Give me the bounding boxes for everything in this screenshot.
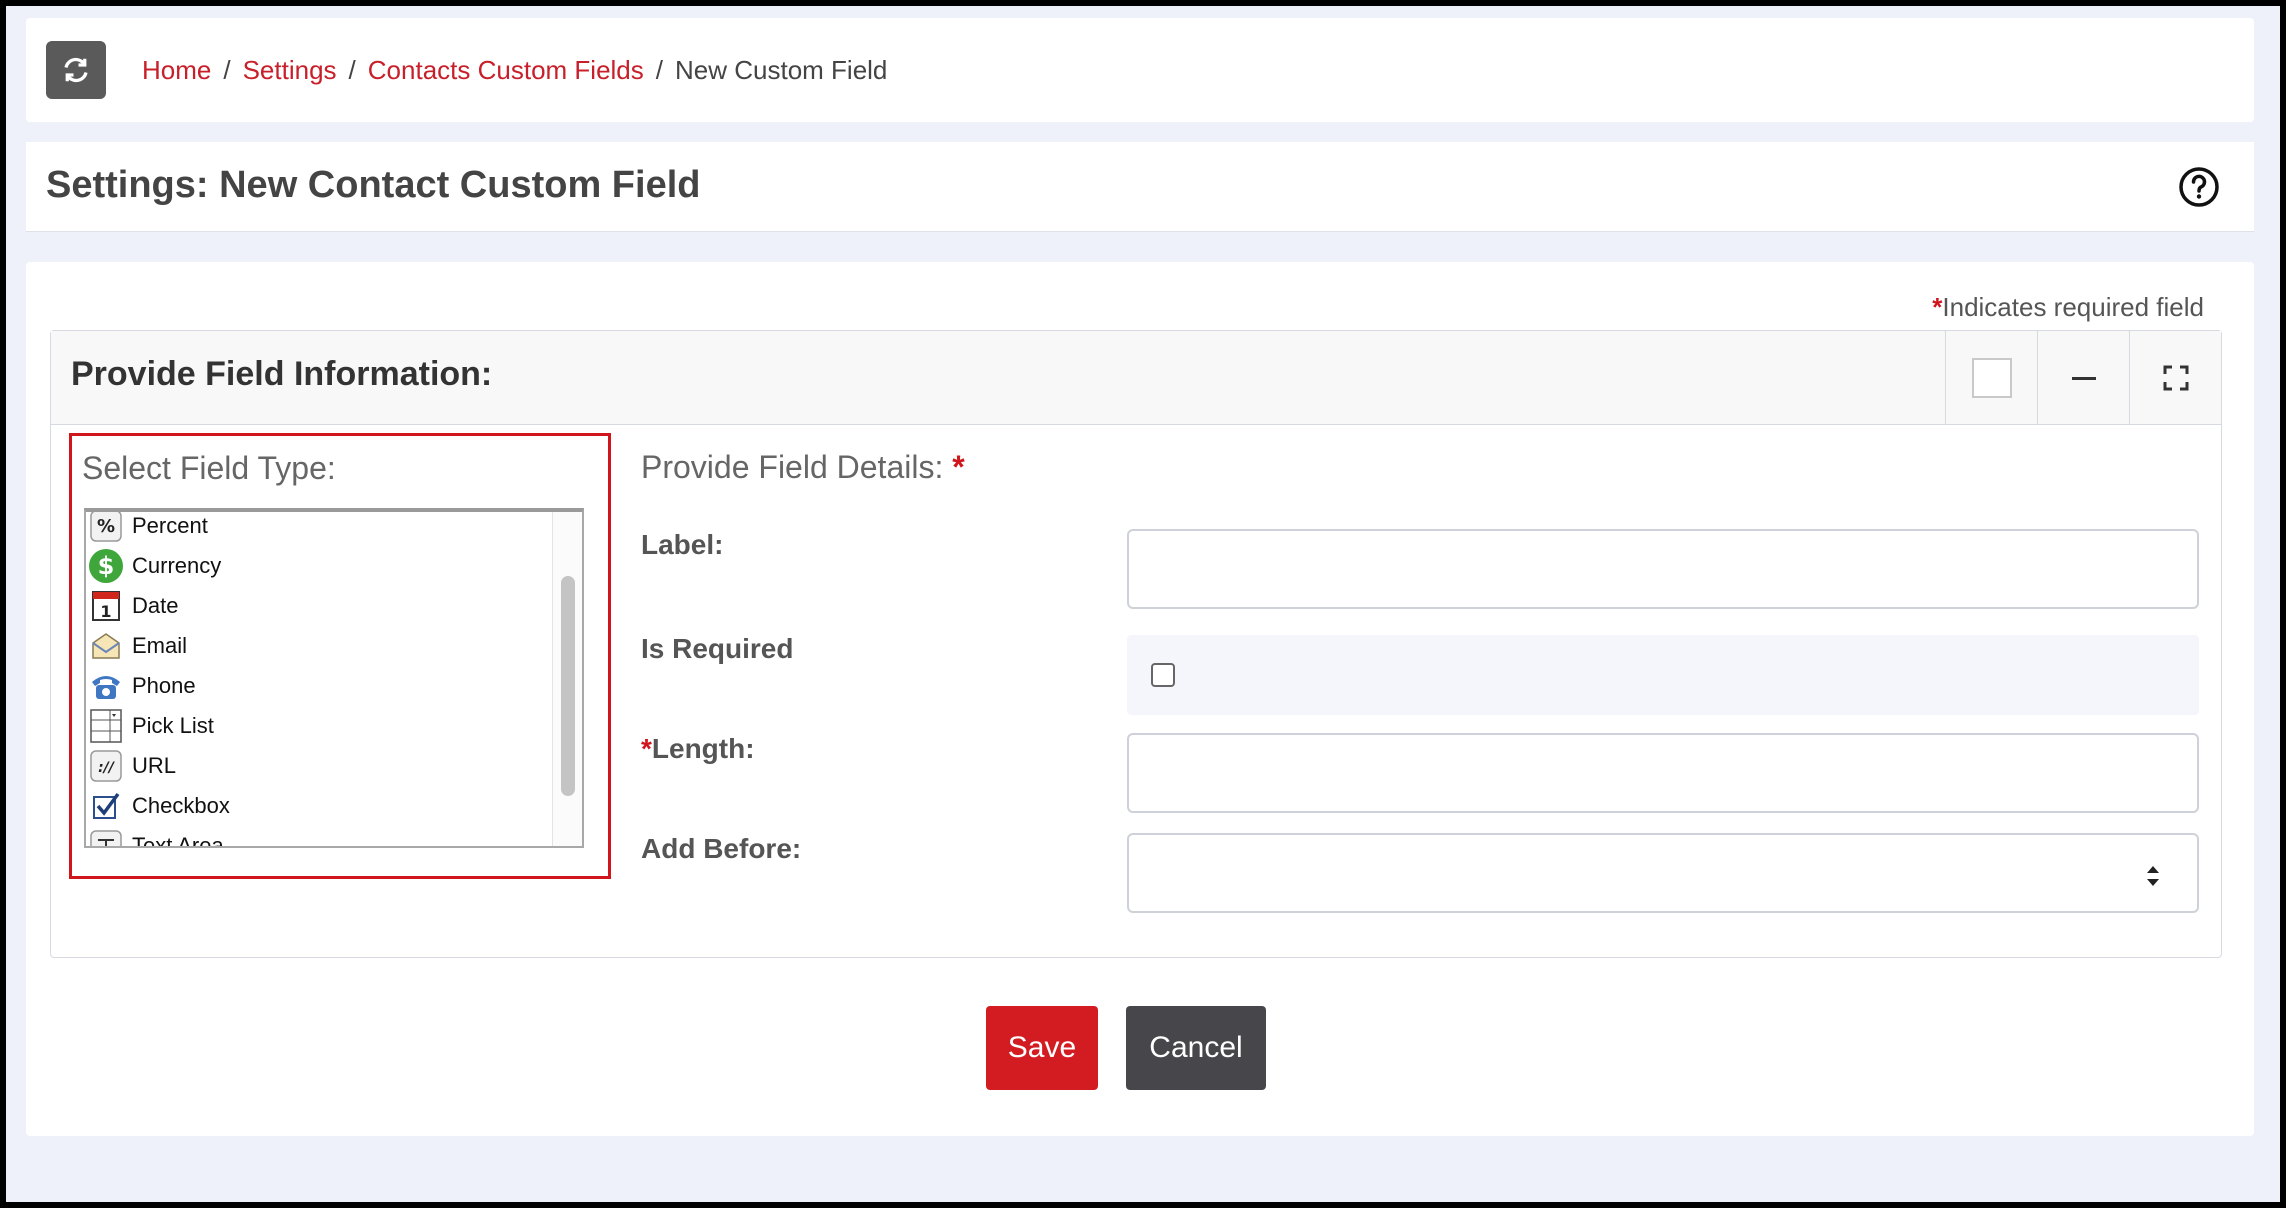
panel-select-toggle[interactable] <box>1945 331 2037 425</box>
field-type-heading: Select Field Type: <box>82 450 336 486</box>
field-type-list[interactable]: % Percent $ Currency 1 Date Email Phone … <box>84 508 584 848</box>
breadcrumb-contacts-custom-fields-link[interactable]: Contacts Custom Fields <box>368 55 644 86</box>
field-type-option-email[interactable]: Email <box>86 626 187 666</box>
svg-text:1: 1 <box>100 602 111 621</box>
cancel-button[interactable]: Cancel <box>1126 1006 1266 1090</box>
field-type-option-text-area[interactable]: Text Area <box>86 826 224 848</box>
label-field-label: Label: <box>641 529 724 560</box>
field-type-label: Date <box>132 593 179 618</box>
field-type-label: Pick List <box>132 713 214 738</box>
breadcrumb-home-link[interactable]: Home <box>142 55 211 86</box>
label-input[interactable] <box>1127 529 2199 609</box>
expand-icon <box>2163 365 2188 391</box>
field-type-option-currency[interactable]: $ Currency <box>86 546 221 586</box>
currency-icon: $ <box>88 548 124 584</box>
panel-title: Provide Field Information: <box>71 355 493 393</box>
is-required-label: Is Required <box>641 633 794 664</box>
panel-header: Provide Field Information: <box>51 331 2221 425</box>
breadcrumb-bar: Home / Settings / Contacts Custom Fields… <box>26 18 2254 122</box>
svg-text:://: :// <box>98 760 116 776</box>
svg-text:$: $ <box>98 552 115 580</box>
field-type-option-date[interactable]: 1 Date <box>86 586 178 626</box>
length-label-text: Length: <box>651 733 755 764</box>
refresh-button[interactable] <box>46 41 106 99</box>
calendar-icon: 1 <box>88 588 124 624</box>
page-title: Settings: New Contact Custom Field <box>46 164 701 206</box>
field-type-option-checkbox[interactable]: Checkbox <box>86 786 230 826</box>
app-frame: Home / Settings / Contacts Custom Fields… <box>6 6 2280 1202</box>
field-details-heading: Provide Field Details: * <box>641 449 965 486</box>
is-required-checkbox[interactable] <box>1151 663 1175 687</box>
field-details-heading-text: Provide Field Details: <box>641 449 944 485</box>
collapse-button[interactable] <box>2037 331 2129 425</box>
field-type-label: Phone <box>132 673 196 698</box>
breadcrumb-separator: / <box>348 54 356 85</box>
square-icon <box>1971 358 2012 398</box>
breadcrumb-separator: / <box>655 54 663 85</box>
phone-icon <box>88 668 124 704</box>
percent-icon: % <box>88 512 124 544</box>
select-arrows-icon <box>2147 866 2159 886</box>
required-note-text: Indicates required field <box>1942 292 2204 322</box>
required-star: * <box>1932 292 1943 322</box>
title-card: Settings: New Contact Custom Field <box>26 142 2254 232</box>
field-type-option-phone[interactable]: Phone <box>86 666 196 706</box>
breadcrumb-separator: / <box>223 54 231 85</box>
field-type-label: Percent <box>132 513 208 538</box>
required-field-note: *Indicates required field <box>1932 292 2204 323</box>
picklist-icon <box>88 708 124 744</box>
main-card: *Indicates required field Provide Field … <box>26 262 2254 1136</box>
textarea-icon <box>88 828 124 846</box>
field-type-label: Text Area <box>132 833 224 848</box>
breadcrumb-current: New Custom Field <box>675 54 888 85</box>
checkbox-icon <box>88 788 124 824</box>
panel-tools <box>1945 331 2221 425</box>
breadcrumb-settings-link[interactable]: Settings <box>243 55 337 86</box>
length-field-label: *Length: <box>641 733 755 765</box>
field-information-panel: Provide Field Information: Select Field … <box>50 330 2222 958</box>
add-before-label: Add Before: <box>641 833 802 864</box>
breadcrumb: Home / Settings / Contacts Custom Fields… <box>142 50 887 90</box>
required-star: * <box>952 449 965 485</box>
fullscreen-button[interactable] <box>2129 331 2221 425</box>
save-button[interactable]: Save <box>986 1006 1098 1090</box>
field-type-label: URL <box>132 753 177 778</box>
add-before-select[interactable] <box>1127 833 2199 913</box>
scrollbar-thumb[interactable] <box>561 576 575 796</box>
field-type-label: Checkbox <box>132 793 230 818</box>
help-icon[interactable] <box>2178 166 2220 208</box>
svg-text:%: % <box>97 516 115 537</box>
refresh-icon <box>64 57 88 83</box>
field-type-option-url[interactable]: :// URL <box>86 746 176 786</box>
length-input[interactable] <box>1127 733 2199 813</box>
field-type-option-percent[interactable]: % Percent <box>86 512 208 546</box>
field-type-section: Select Field Type: % Percent $ Currency <box>69 433 611 879</box>
url-icon: :// <box>88 748 124 784</box>
is-required-row <box>1127 635 2199 715</box>
field-type-label: Email <box>132 633 188 658</box>
field-type-option-pick-list[interactable]: Pick List <box>86 706 214 746</box>
field-type-label: Currency <box>132 553 222 578</box>
email-icon <box>88 628 124 664</box>
field-type-scrollbar[interactable] <box>552 512 582 846</box>
required-star: * <box>641 733 652 764</box>
minus-icon <box>2071 376 2096 380</box>
